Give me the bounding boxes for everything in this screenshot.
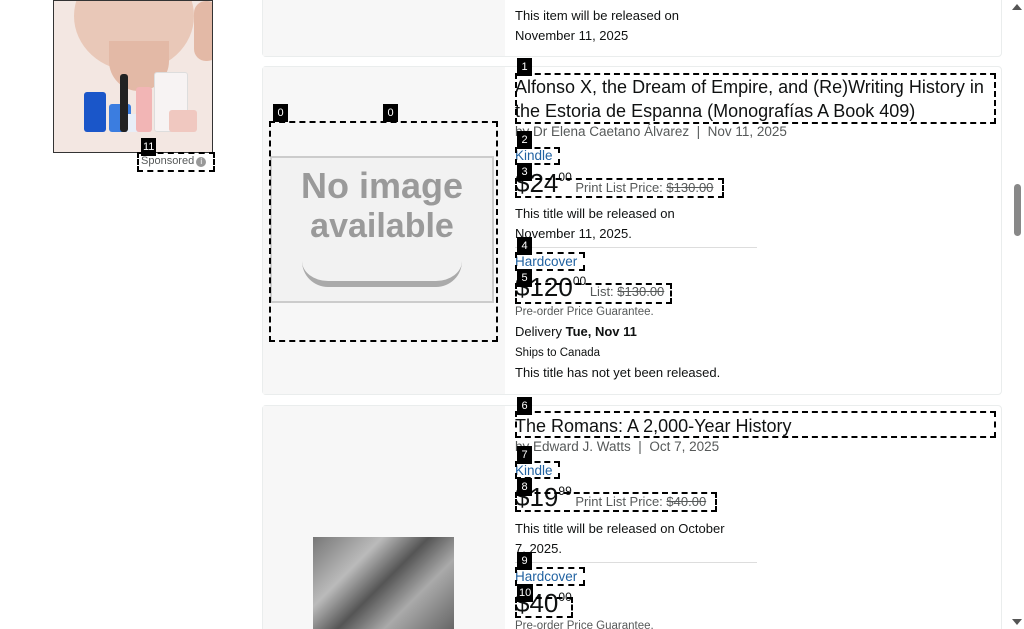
preorder-guarantee: Pre-order Price Guarantee. — [515, 306, 654, 318]
annotation-tag: 9 — [517, 552, 532, 570]
annotation-tag: 6 — [517, 397, 532, 415]
scroll-up-arrow-icon[interactable] — [1012, 4, 1022, 10]
scrollbar-thumb[interactable] — [1014, 184, 1021, 236]
ad-product — [84, 92, 106, 132]
annotation-tag: 7 — [517, 446, 532, 464]
annotation-tag: 10 — [517, 584, 534, 602]
kindle-release-note: This title will be released on October 7… — [515, 521, 725, 556]
sponsored-ad-image[interactable] — [53, 0, 213, 153]
ad-product — [169, 110, 197, 132]
preorder-guarantee: Pre-order Price Guarantee. — [515, 620, 654, 629]
annotation-box — [515, 178, 724, 198]
product-cover-image[interactable] — [313, 537, 454, 629]
not-released-note: This title has not yet been released. — [515, 365, 721, 380]
product-byline: by Dr Elena Caetano Álvarez | Nov 11, 20… — [515, 124, 787, 139]
annotation-tag: 11 — [141, 138, 157, 156]
product-byline: by Edward J. Watts | Oct 7, 2025 — [515, 439, 720, 454]
divider — [515, 247, 757, 248]
annotation-box — [515, 411, 996, 438]
annotation-tag: 1 — [517, 58, 532, 76]
product-image-column — [263, 0, 505, 56]
annotation-box — [515, 283, 672, 304]
annotation-tag: 8 — [517, 478, 532, 496]
release-note: This item will be released on November 1… — [515, 8, 680, 43]
annotation-box — [515, 73, 996, 124]
ad-model-hand — [194, 1, 212, 61]
ships-to: Ships to Canada — [515, 347, 601, 359]
annotation-box — [269, 121, 498, 342]
annotation-tag: 2 — [517, 131, 532, 149]
annotation-tag: 0 — [383, 104, 398, 122]
kindle-release-note: This title will be released on November … — [515, 206, 675, 241]
divider — [515, 562, 757, 563]
annotation-tag: 5 — [517, 269, 532, 287]
ad-product — [120, 74, 128, 132]
annotation-box — [515, 492, 717, 512]
ad-product — [136, 87, 152, 132]
annotation-tag: 0 — [273, 104, 288, 122]
annotation-tag: 4 — [517, 237, 532, 255]
delivery-info: Delivery Tue, Nov 11 — [515, 324, 637, 339]
scroll-down-arrow-icon[interactable] — [1012, 619, 1022, 625]
vertical-scrollbar[interactable] — [1009, 0, 1024, 629]
annotation-tag: 3 — [517, 163, 532, 181]
